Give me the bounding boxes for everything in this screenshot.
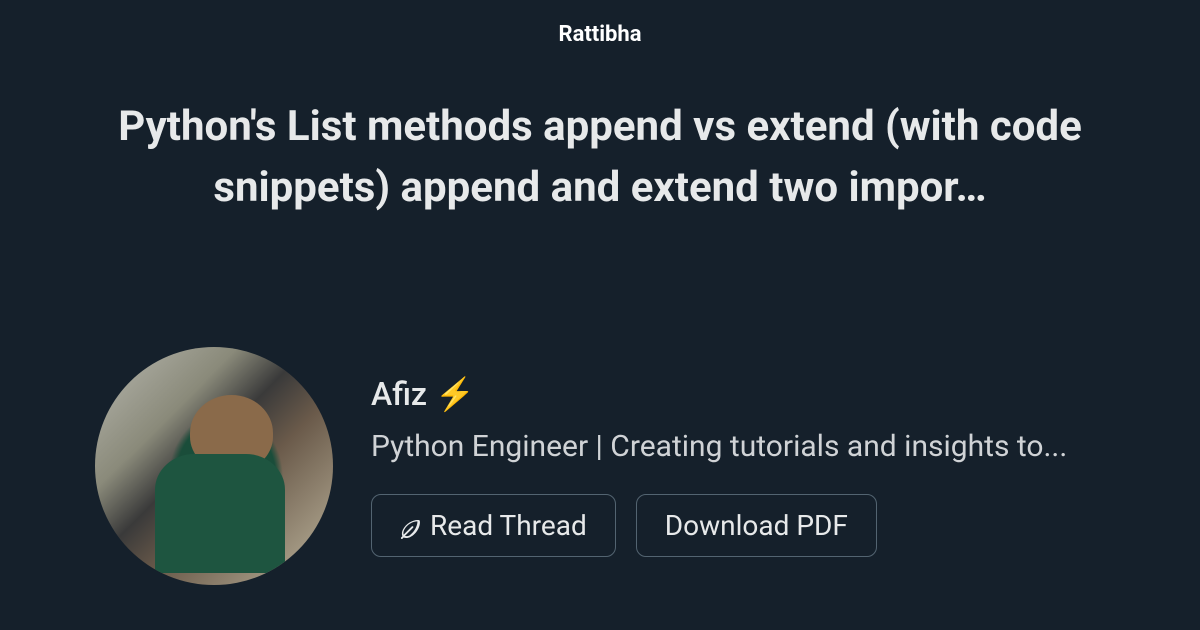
download-pdf-button[interactable]: Download PDF: [636, 494, 877, 557]
author-name: Afiz ⚡: [371, 375, 1140, 413]
author-bio: Python Engineer | Creating tutorials and…: [371, 427, 1140, 468]
button-row: Read Thread Download PDF: [371, 494, 1140, 557]
avatar: [95, 347, 333, 585]
page-title: Python's List methods append vs extend (…: [0, 47, 1200, 219]
feather-icon: [400, 514, 422, 536]
author-info: Afiz ⚡ Python Engineer | Creating tutori…: [371, 375, 1140, 557]
download-pdf-label: Download PDF: [665, 509, 848, 542]
site-name: Rattibha: [0, 0, 1200, 47]
read-thread-button[interactable]: Read Thread: [371, 494, 616, 557]
author-section: Afiz ⚡ Python Engineer | Creating tutori…: [95, 347, 1140, 585]
read-thread-label: Read Thread: [430, 509, 587, 542]
